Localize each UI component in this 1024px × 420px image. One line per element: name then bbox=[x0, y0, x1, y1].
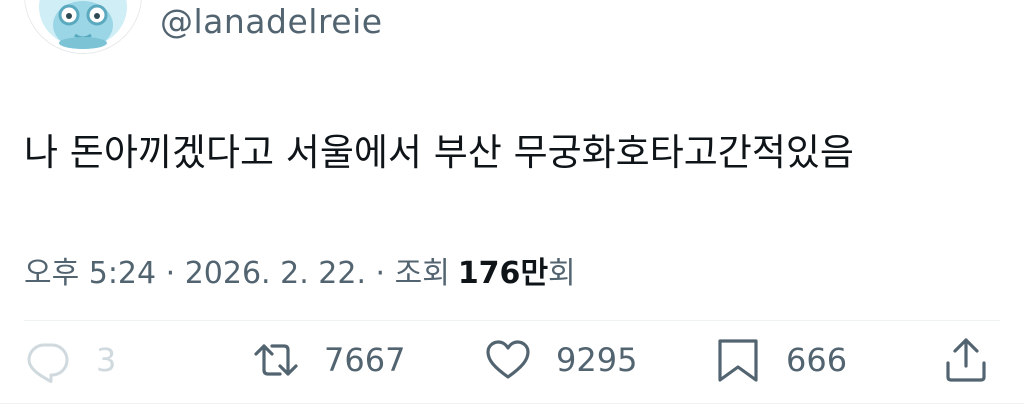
views-suffix: 회 bbox=[548, 256, 576, 291]
reply-count: 3 bbox=[96, 341, 117, 379]
divider bbox=[0, 403, 1024, 404]
bookmark-icon bbox=[718, 339, 758, 382]
action-bar: 3 7667 9295 666 bbox=[0, 332, 1024, 388]
author-handle[interactable]: @lanadelreie bbox=[160, 2, 383, 41]
share-icon bbox=[946, 338, 986, 382]
tweet-text: 나 돈아끼겠다고 서울에서 부산 무궁화호타고간적있음 bbox=[24, 131, 854, 174]
avatar-cartoon-icon bbox=[25, 0, 141, 53]
reply-icon bbox=[27, 343, 69, 383]
timestamp-label[interactable]: 오후 5:24 · 2026. 2. 22. · 조회 bbox=[24, 248, 450, 292]
tweet-meta: 오후 5:24 · 2026. 2. 22. · 조회 176 만 회 bbox=[24, 248, 576, 292]
retweet-count: 7667 bbox=[324, 341, 406, 379]
retweet-button[interactable]: 7667 bbox=[252, 332, 405, 388]
share-button[interactable] bbox=[942, 332, 990, 388]
like-button[interactable]: 9295 bbox=[484, 332, 637, 388]
views-unit: 만 bbox=[520, 256, 549, 291]
bookmark-button[interactable]: 666 bbox=[714, 332, 847, 388]
avatar[interactable] bbox=[24, 0, 142, 54]
like-count: 9295 bbox=[556, 341, 638, 379]
heart-icon bbox=[486, 340, 530, 379]
views-count: 176 bbox=[457, 256, 521, 291]
reply-button[interactable]: 3 bbox=[24, 332, 116, 388]
divider bbox=[24, 320, 1000, 321]
bookmark-count: 666 bbox=[786, 341, 848, 379]
retweet-icon bbox=[254, 344, 298, 376]
